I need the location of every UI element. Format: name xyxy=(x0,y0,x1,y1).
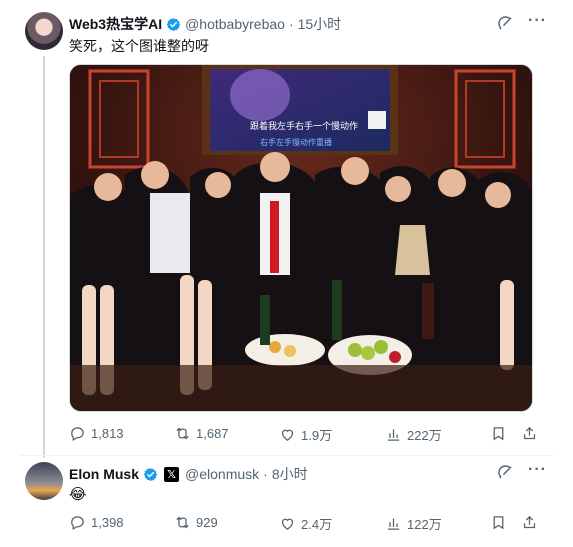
bookmark-icon xyxy=(493,427,504,441)
repost-button[interactable]: 929 xyxy=(174,514,218,531)
avatar[interactable] xyxy=(25,12,63,50)
reply-icon xyxy=(71,427,84,442)
verified-badge-icon xyxy=(143,467,158,481)
action-bar: 1,813 1,687 1.9万 222万 xyxy=(69,425,539,445)
more-icon[interactable]: ··· xyxy=(528,12,547,30)
bookmark-button[interactable] xyxy=(490,425,507,442)
bookmark-icon xyxy=(493,516,504,530)
share-icon xyxy=(523,515,536,529)
media-caption-2: 右手左手慢动作重播 xyxy=(260,137,332,147)
like-button[interactable]: 2.4万 xyxy=(279,514,332,533)
handle[interactable]: @elonmusk xyxy=(185,466,259,482)
timestamp[interactable]: 8小时 xyxy=(272,464,308,484)
media-caption-1: 跟着我左手右手一个慢动作 xyxy=(250,120,358,132)
like-button[interactable]: 1.9万 xyxy=(279,425,332,444)
action-bar: 1,398 929 2.4万 122万 xyxy=(69,514,539,534)
separator-dot: · xyxy=(263,466,268,482)
grok-icon[interactable] xyxy=(497,15,514,32)
handle[interactable]: @hotbabyrebao xyxy=(185,16,285,32)
views-button[interactable]: 222万 xyxy=(385,425,442,444)
views-count: 222万 xyxy=(407,428,442,443)
share-button[interactable] xyxy=(521,514,538,531)
repost-icon xyxy=(176,427,189,440)
repost-button[interactable]: 1,687 xyxy=(174,425,229,442)
tweet-text: 笑死，这个图谁整的呀 xyxy=(69,38,209,54)
bookmark-button[interactable] xyxy=(490,514,507,531)
like-count: 2.4万 xyxy=(301,517,333,532)
like-count: 1.9万 xyxy=(301,428,333,443)
views-icon xyxy=(387,429,400,441)
repost-count: 929 xyxy=(196,515,218,530)
karaoke-party-photo: 跟着我左手右手一个慢动作 右手左手慢动作重播 xyxy=(70,65,532,411)
tweet-text: 😂 xyxy=(69,486,87,503)
tweet-header: Web3热宝学AI @hotbabyrebao · 15小时 xyxy=(69,14,341,34)
display-name[interactable]: Elon Musk xyxy=(69,466,139,482)
display-name[interactable]: Web3热宝学AI xyxy=(69,14,162,34)
separator-dot: · xyxy=(288,16,294,32)
tweet-elonmusk[interactable]: Elon Musk 𝕏 @elonmusk · 8小时 ··· 😂 1,398 … xyxy=(0,456,573,547)
grok-icon[interactable] xyxy=(497,464,514,481)
repost-count: 1,687 xyxy=(196,426,229,441)
views-count: 122万 xyxy=(407,517,442,532)
avatar[interactable] xyxy=(25,462,63,500)
reply-icon xyxy=(71,516,84,531)
like-icon xyxy=(281,429,294,441)
views-icon xyxy=(387,518,400,530)
reply-count: 1,398 xyxy=(91,515,124,530)
more-icon[interactable]: ··· xyxy=(528,461,547,479)
tweet-header: Elon Musk 𝕏 @elonmusk · 8小时 xyxy=(69,464,308,484)
reply-button[interactable]: 1,813 xyxy=(69,425,124,442)
reply-count: 1,813 xyxy=(91,426,124,441)
tweet-image[interactable]: 跟着我左手右手一个慢动作 右手左手慢动作重播 xyxy=(69,64,533,412)
like-icon xyxy=(281,518,294,530)
views-button[interactable]: 122万 xyxy=(385,514,442,533)
share-button[interactable] xyxy=(521,425,538,442)
timestamp[interactable]: 15小时 xyxy=(298,14,342,34)
repost-icon xyxy=(176,516,189,529)
x-affiliate-badge[interactable]: 𝕏 xyxy=(164,466,180,482)
share-icon xyxy=(523,426,536,440)
tweet-hotbabyrebao[interactable]: Web3热宝学AI @hotbabyrebao · 15小时 ··· 笑死，这个… xyxy=(0,0,573,455)
reply-button[interactable]: 1,398 xyxy=(69,514,124,531)
verified-badge-icon xyxy=(166,17,181,31)
